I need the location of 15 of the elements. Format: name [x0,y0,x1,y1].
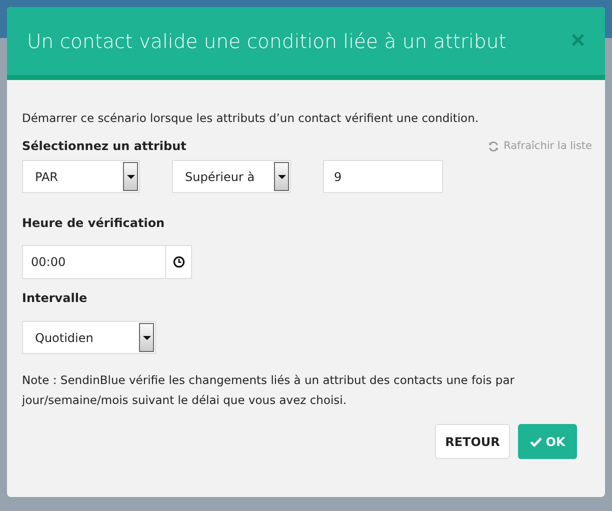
field-label: Heure de vérification [22,216,166,230]
attribute-select[interactable]: PAR [22,160,140,193]
check-icon [530,436,542,446]
refresh-icon [488,140,499,152]
interval-select[interactable]: Quotidien [22,321,156,354]
field-label: Intervalle [22,291,88,305]
clock-icon [172,256,184,268]
operator-select[interactable]: Supérieur à [172,160,291,193]
time-field[interactable]: 00:00 [22,245,192,279]
field-label: Sélectionnez un attribut [22,139,186,153]
back-button[interactable]: RETOUR [435,424,510,459]
note-text: Note : SendinBlue vérifie les changements liés à un attribut des contacts une fois par jour/semaine/mois suivant le délai que vous avez choisi. [22,372,516,409]
dialog-title: Un contact valide une condition liée à un attribut [27,30,506,52]
value-field[interactable]: 9 [323,160,443,193]
description-text: Démarrer ce scénario lorsque les attributs d’un contact vérifient une condition. [22,111,480,125]
